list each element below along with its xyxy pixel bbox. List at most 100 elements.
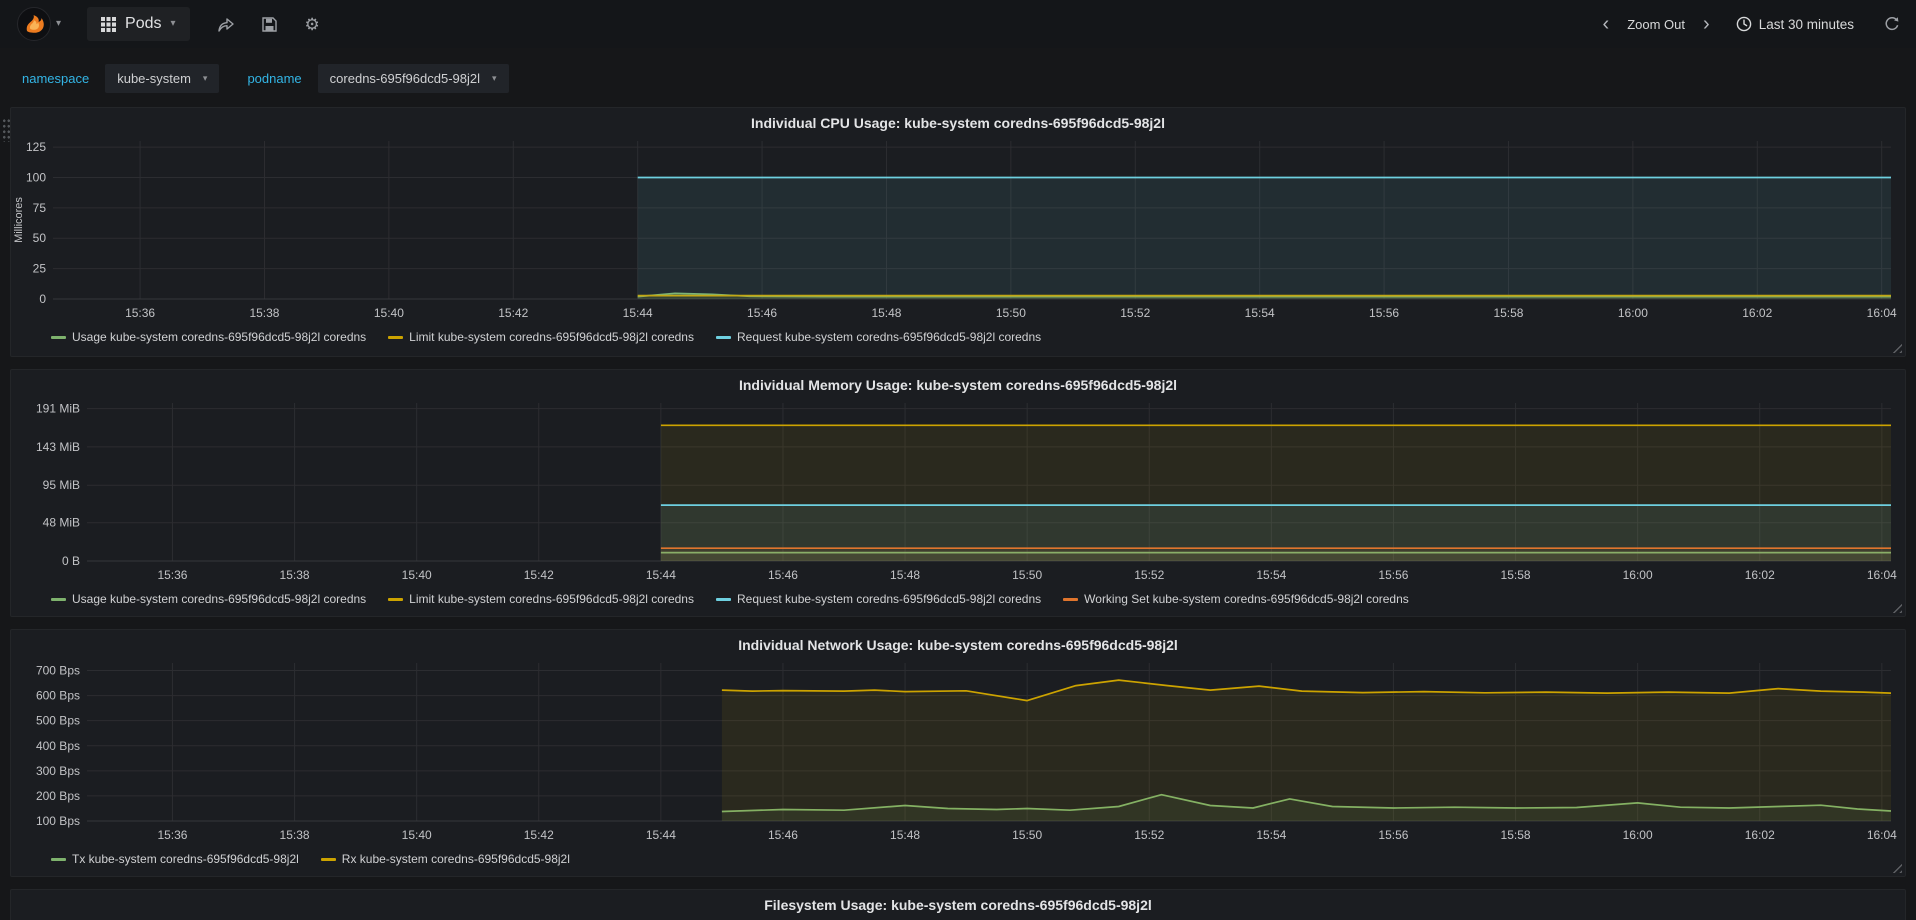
panel-filesystem-usage: Filesystem Usage: kube-system coredns-69…	[10, 889, 1906, 920]
svg-text:16:04: 16:04	[1867, 828, 1897, 842]
settings-button[interactable]: ⚙	[305, 16, 320, 33]
time-range-picker[interactable]: Last 30 minutes	[1736, 16, 1854, 32]
legend-swatch-icon	[51, 335, 66, 339]
legend-swatch-icon	[51, 857, 66, 861]
gear-icon: ⚙	[304, 14, 320, 34]
cpu-usage-chart[interactable]: 15:36 15:38 15:40 15:42 15:44 15:46 15:48 15:50…	[11, 133, 1905, 329]
dashboard-title: Pods	[125, 15, 162, 32]
legend-label: Request kube-system coredns-695f96dcd5-9…	[736, 592, 1042, 606]
memory-usage-chart[interactable]: 15:36 15:38 15:40 15:42 15:44 15:46 15:48 15:50…	[11, 395, 1905, 591]
legend-item[interactable]: Rx kube-system coredns-695f96dcd5-98j2l	[320, 852, 570, 866]
time-shift-forward-button[interactable]: ›	[1701, 14, 1712, 34]
svg-text:16:04: 16:04	[1867, 306, 1897, 320]
svg-text:15:58: 15:58	[1501, 568, 1531, 582]
svg-text:95 MiB: 95 MiB	[43, 478, 80, 492]
svg-text:15:42: 15:42	[524, 828, 554, 842]
legend-item[interactable]: Limit kube-system coredns-695f96dcd5-98j…	[388, 330, 694, 344]
legend-item[interactable]: Request kube-system coredns-695f96dcd5-9…	[715, 330, 1041, 344]
legend-item[interactable]: Tx kube-system coredns-695f96dcd5-98j2l	[51, 852, 299, 866]
svg-text:400 Bps: 400 Bps	[36, 739, 80, 753]
variable-value-namespace-text: kube-system	[117, 71, 191, 86]
svg-text:15:38: 15:38	[280, 828, 310, 842]
refresh-button[interactable]	[1884, 16, 1900, 32]
share-button[interactable]	[217, 17, 234, 32]
legend-swatch-icon	[51, 597, 66, 601]
panel-title[interactable]: Individual Network Usage: kube-system co…	[11, 630, 1905, 655]
svg-text:15:50: 15:50	[1012, 828, 1042, 842]
svg-text:0: 0	[39, 292, 46, 306]
dashboard-grid-icon	[101, 16, 117, 32]
time-range-label: Last 30 minutes	[1758, 16, 1854, 32]
svg-text:16:02: 16:02	[1742, 306, 1772, 320]
legend-swatch-icon	[715, 597, 731, 601]
svg-text:15:54: 15:54	[1256, 568, 1286, 582]
svg-text:15:44: 15:44	[623, 306, 653, 320]
dashboard-caret-icon: ▾	[170, 18, 176, 29]
svg-text:15:44: 15:44	[646, 568, 676, 582]
grafana-logo[interactable]: ▾	[16, 6, 61, 42]
svg-text:600 Bps: 600 Bps	[36, 689, 80, 703]
svg-text:15:46: 15:46	[768, 828, 798, 842]
svg-text:15:52: 15:52	[1134, 568, 1164, 582]
legend-swatch-icon	[388, 597, 404, 601]
time-controls: ‹ Zoom Out › Last 30 minutes	[1601, 14, 1900, 34]
dashboard-picker[interactable]: Pods ▾	[87, 7, 190, 41]
refresh-icon	[1885, 17, 1899, 31]
panel-title[interactable]: Filesystem Usage: kube-system coredns-69…	[11, 890, 1905, 915]
panel-title[interactable]: Individual Memory Usage: kube-system cor…	[11, 370, 1905, 395]
dashboard-panels: Individual CPU Usage: kube-system coredn…	[0, 107, 1916, 920]
svg-text:15:38: 15:38	[249, 306, 279, 320]
panel-title[interactable]: Individual CPU Usage: kube-system coredn…	[11, 108, 1905, 133]
svg-text:15:36: 15:36	[157, 828, 187, 842]
svg-text:100: 100	[26, 170, 46, 184]
panel-network-usage: Individual Network Usage: kube-system co…	[10, 629, 1906, 877]
zoom-out-button[interactable]: Zoom Out	[1627, 17, 1685, 32]
svg-text:15:38: 15:38	[280, 568, 310, 582]
top-nav: ▾ Pods ▾ ⚙ ‹ Zoom Out › Last 30 minutes	[0, 0, 1916, 48]
svg-text:300 Bps: 300 Bps	[36, 764, 80, 778]
svg-text:15:42: 15:42	[524, 568, 554, 582]
chevron-down-icon: ▾	[492, 73, 497, 83]
legend-label: Limit kube-system coredns-695f96dcd5-98j…	[409, 592, 694, 606]
legend-item[interactable]: Usage kube-system coredns-695f96dcd5-98j…	[51, 330, 366, 344]
grafana-logo-icon	[17, 7, 51, 41]
legend-label: Limit kube-system coredns-695f96dcd5-98j…	[409, 330, 694, 344]
svg-text:16:00: 16:00	[1623, 568, 1653, 582]
svg-text:15:56: 15:56	[1369, 306, 1399, 320]
svg-text:15:40: 15:40	[402, 828, 432, 842]
svg-text:15:54: 15:54	[1245, 306, 1275, 320]
variable-label-namespace: namespace	[22, 71, 90, 86]
svg-text:15:36: 15:36	[125, 306, 155, 320]
legend-item[interactable]: Working Set kube-system coredns-695f96dc…	[1063, 592, 1409, 606]
svg-text:15:48: 15:48	[890, 828, 920, 842]
legend-swatch-icon	[1063, 597, 1079, 601]
svg-text:15:52: 15:52	[1120, 306, 1150, 320]
svg-text:15:48: 15:48	[871, 306, 901, 320]
svg-text:15:42: 15:42	[498, 306, 528, 320]
memory-legend: Usage kube-system coredns-695f96dcd5-98j…	[11, 591, 1905, 606]
variable-value-namespace[interactable]: kube-system ▾	[105, 64, 220, 93]
svg-text:15:46: 15:46	[768, 568, 798, 582]
svg-text:191 MiB: 191 MiB	[36, 402, 80, 416]
legend-swatch-icon	[715, 335, 731, 339]
network-usage-chart[interactable]: 15:36 15:38 15:40 15:42 15:44 15:46 15:48 15:50…	[11, 655, 1905, 851]
save-button[interactable]	[261, 16, 277, 32]
legend-item[interactable]: Usage kube-system coredns-695f96dcd5-98j…	[51, 592, 366, 606]
svg-text:Millicores: Millicores	[13, 197, 25, 243]
share-icon	[217, 17, 234, 32]
svg-text:16:02: 16:02	[1745, 568, 1775, 582]
legend-label: Usage kube-system coredns-695f96dcd5-98j…	[72, 592, 367, 606]
variable-label-podname: podname	[247, 71, 302, 86]
network-legend: Tx kube-system coredns-695f96dcd5-98j2l R…	[11, 851, 1905, 866]
svg-text:15:48: 15:48	[890, 568, 920, 582]
logo-caret-icon: ▾	[56, 18, 62, 29]
svg-text:15:40: 15:40	[374, 306, 404, 320]
time-shift-back-button[interactable]: ‹	[1601, 14, 1612, 34]
svg-text:15:50: 15:50	[1012, 568, 1042, 582]
svg-text:100 Bps: 100 Bps	[36, 814, 80, 828]
legend-swatch-icon	[320, 857, 336, 861]
chevron-down-icon: ▾	[202, 73, 208, 83]
legend-item[interactable]: Limit kube-system coredns-695f96dcd5-98j…	[388, 592, 694, 606]
variable-value-podname[interactable]: coredns-695f96dcd5-98j2l ▾	[317, 64, 509, 93]
legend-item[interactable]: Request kube-system coredns-695f96dcd5-9…	[715, 592, 1042, 606]
